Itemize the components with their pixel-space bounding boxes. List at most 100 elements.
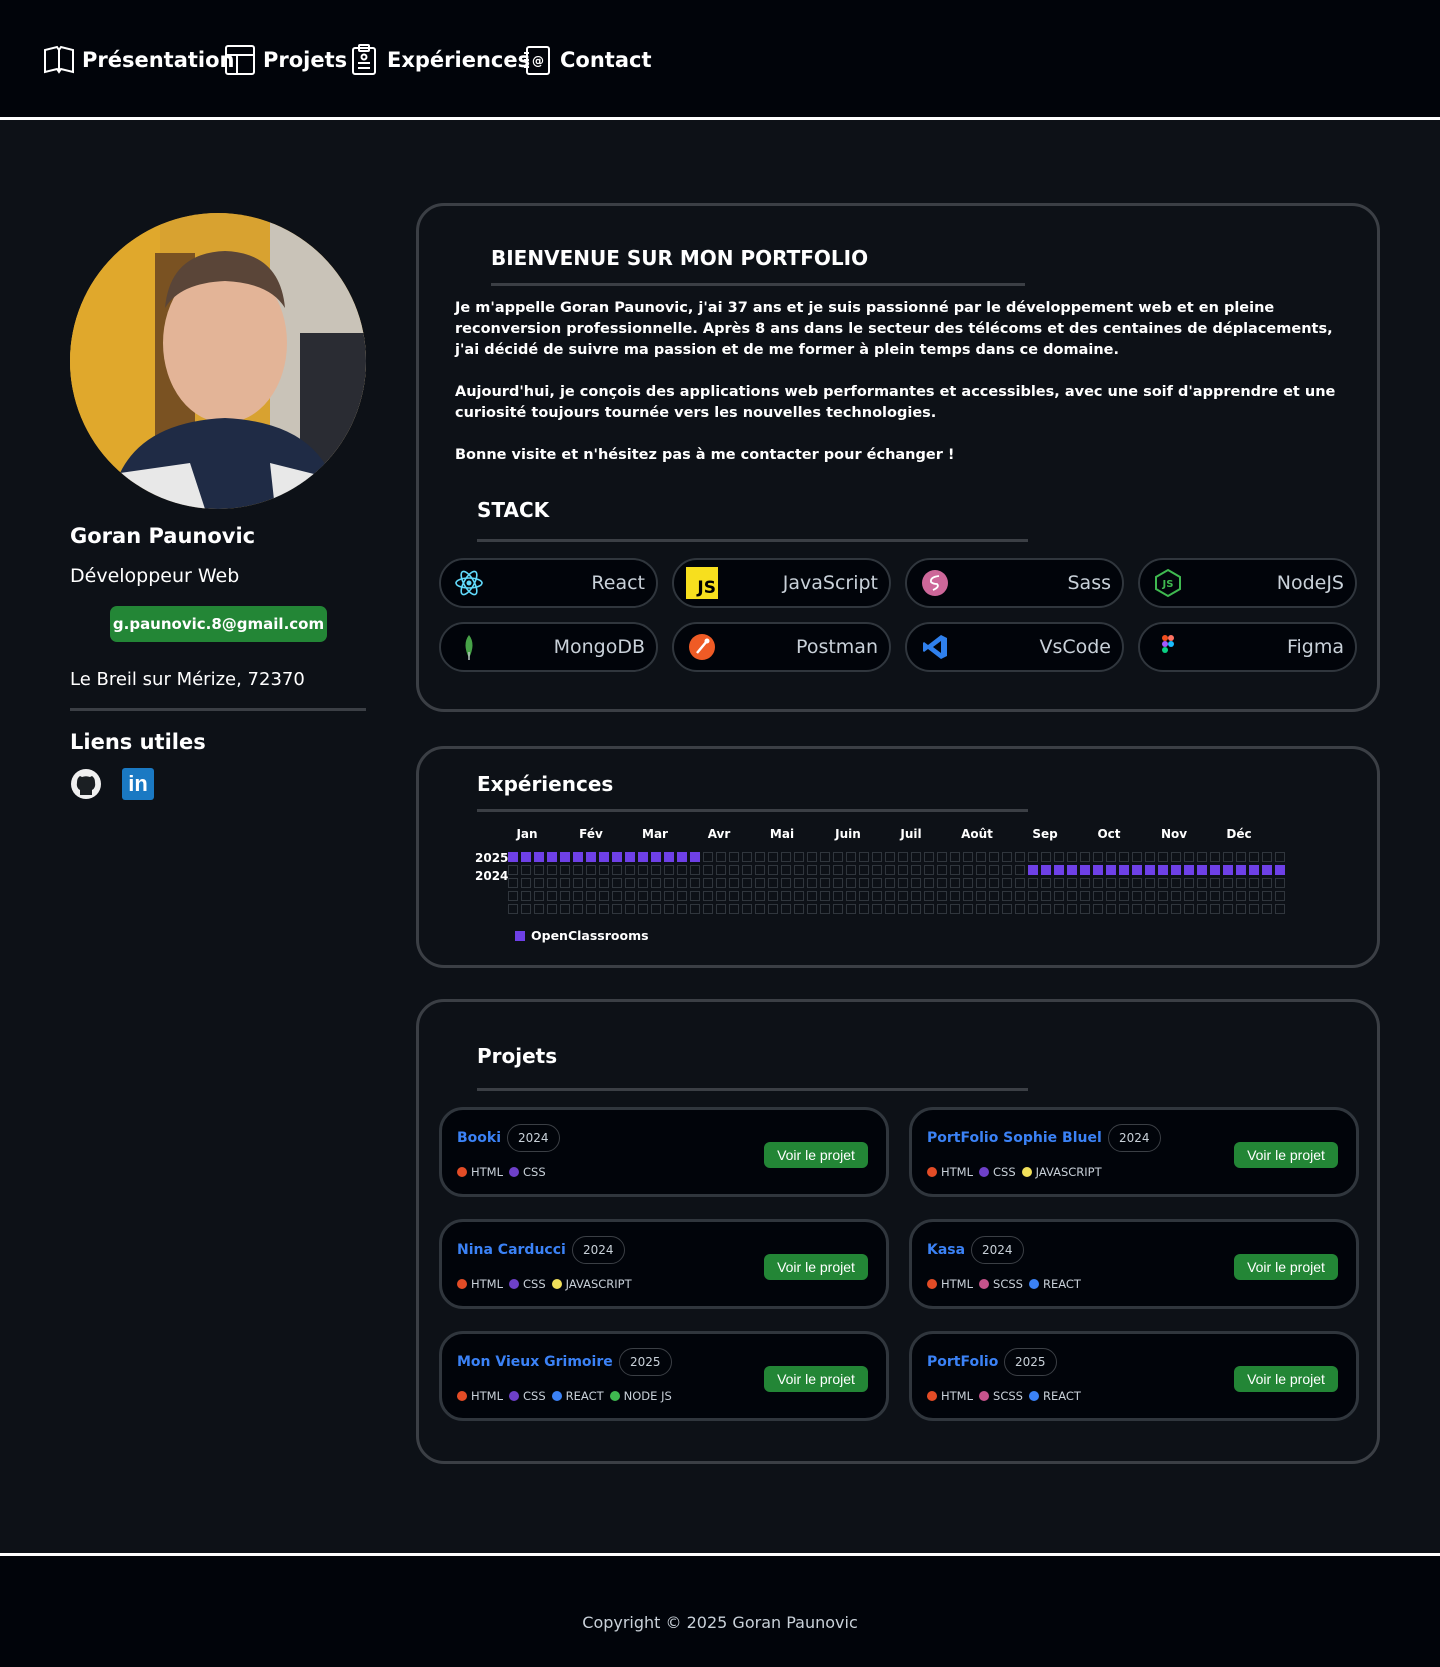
react-icon [453,567,485,599]
calendar-cell [820,865,830,875]
calendar-cell-active [677,852,687,862]
tag-label: CSS [993,1165,1016,1179]
profile-role: Développeur Web [70,565,240,587]
calendar-cell [534,891,544,901]
calendar-cell [781,865,791,875]
calendar-cell [924,891,934,901]
view-project-button[interactable]: Voir le projet [764,1366,868,1392]
calendar-cell [690,904,700,914]
linkedin-icon[interactable]: in [122,768,154,800]
calendar-cell [742,904,752,914]
calendar-cell [833,865,843,875]
tag-color-dot [979,1279,990,1289]
stack-label: MongoDB [553,636,645,658]
view-project-button[interactable]: Voir le projet [1234,1142,1338,1168]
tag-label: REACT [1042,1277,1081,1291]
nav-item-presentation[interactable]: Présentation [42,43,235,77]
calendar-cell-active [1249,865,1259,875]
view-project-button[interactable]: Voir le projet [764,1142,868,1168]
project-name[interactable]: Nina Carducci [457,1242,566,1258]
github-icon[interactable] [70,768,102,800]
calendar-cell [768,852,778,862]
clipboard-icon [352,44,376,75]
tag-color-dot [979,1167,990,1177]
project-name[interactable]: PortFolio Sophie Bluel [927,1130,1102,1146]
nav-item-projets[interactable]: Projets [223,43,347,77]
calendar-cell-active [1171,865,1181,875]
calendar-cell [1223,852,1233,862]
calendar-cell [833,904,843,914]
calendar-cell [976,852,986,862]
calendar-cell [989,865,999,875]
calendar-cell [1119,891,1129,901]
projects-title: Projets [477,1044,558,1068]
project-name[interactable]: Kasa [927,1242,965,1258]
calendar-cell-active [1210,865,1220,875]
calendar-cell [820,878,830,888]
calendar-cell [638,878,648,888]
nav-item-experiences[interactable]: Expériences [347,43,530,77]
project-tag: HTML [927,1277,973,1291]
calendar-cell [716,865,726,875]
experiences-panel: Expériences Jan Fév Mar Avr Mai Juin Juil Août S… [416,746,1380,968]
calendar-cell-active [1041,865,1051,875]
tag-label: HTML [471,1277,504,1291]
calendar-cell [729,852,739,862]
view-project-button[interactable]: Voir le projet [1234,1254,1338,1280]
calendar-cell [911,891,921,901]
project-year-badge: 2025 [1004,1348,1057,1376]
project-name[interactable]: Mon Vieux Grimoire [457,1354,613,1370]
stack-item-mongodb: MongoDB [439,622,658,672]
stack-title: STACK [477,498,550,522]
view-project-button[interactable]: Voir le projet [1234,1366,1338,1392]
calendar-cell [508,904,518,914]
calendar-cell [1145,878,1155,888]
calendar-cell-active [1158,865,1168,875]
calendar-cell [1106,891,1116,901]
tag-label: JAVASCRIPT [565,1277,632,1291]
calendar-cell-active [651,852,661,862]
calendar-cell [703,878,713,888]
calendar-cell-active [560,852,570,862]
calendar-cell-active [1184,865,1194,875]
calendar-cell [1223,891,1233,901]
calendar-cell [586,891,596,901]
project-name[interactable]: PortFolio [927,1354,998,1370]
nav-label: Projets [263,48,348,72]
stack-label: NodeJS [1276,572,1344,594]
calendar-cell [1132,878,1142,888]
calendar-cell [1119,904,1129,914]
footer: Copyright © 2025 Goran Paunovic [0,1553,1440,1667]
calendar-cell [755,904,765,914]
view-project-button[interactable]: Voir le projet [764,1254,868,1280]
tag-color-dot [551,1391,562,1401]
calendar-cell [794,891,804,901]
tag-label: HTML [471,1165,504,1179]
nav-item-contact[interactable]: @ Contact [520,43,652,77]
calendar-cell [677,878,687,888]
tag-color-dot [509,1391,520,1401]
calendar-cell-active [508,852,518,862]
tag-color-dot [509,1167,520,1177]
intro-paragraph: Aujourd'hui, je conçois des applications… [455,384,1336,421]
calendar-cell-active [664,852,674,862]
calendar-year-2024: 2024 [475,869,509,883]
email-button[interactable]: g.paunovic.8@gmail.com [110,606,327,642]
calendar-cell [1080,852,1090,862]
calendar-cell [547,891,557,901]
project-name[interactable]: Booki [457,1130,501,1146]
calendar-cell [1028,904,1038,914]
project-tag: CSS [509,1165,546,1179]
tag-color-dot [457,1391,467,1401]
calendar-cell [1106,878,1116,888]
calendar-cell [976,904,986,914]
calendar-cell [729,891,739,901]
useful-links-title: Liens utiles [70,730,206,754]
calendar-cell [677,865,687,875]
calendar-month: Déc [1226,827,1252,841]
calendar-cell [1054,852,1064,862]
calendar-cell [638,904,648,914]
tag-label: REACT [565,1389,604,1403]
experiences-title-rule [477,809,1028,812]
calendar-cell [1080,878,1090,888]
